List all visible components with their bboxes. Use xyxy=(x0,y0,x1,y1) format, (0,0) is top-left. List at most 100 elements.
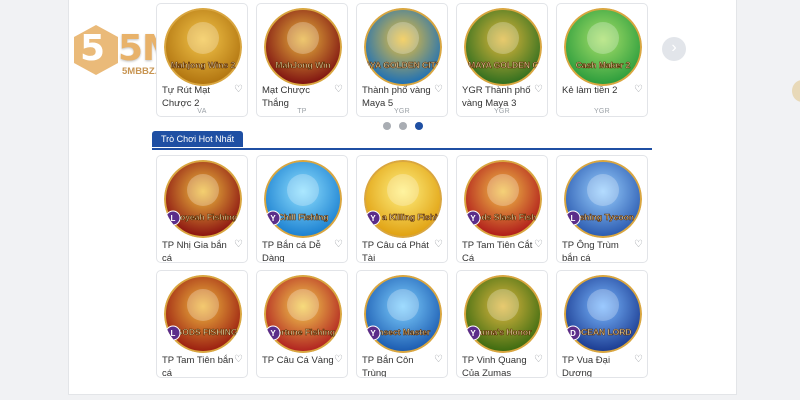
game-art: Mahjong Wins 2 xyxy=(164,8,242,86)
game-provider: YGR xyxy=(493,108,511,115)
game-art-title: Mahjong Wins 2 xyxy=(171,60,236,70)
game-provider: TP xyxy=(297,108,307,115)
game-thumbnail[interactable]: OCEAN LORD D xyxy=(564,275,642,353)
heart-outline-icon[interactable]: ♡ xyxy=(634,239,643,251)
heart-outline-icon[interactable]: ♡ xyxy=(534,84,543,96)
game-thumbnail[interactable]: Zuma's Honor Y xyxy=(464,275,542,353)
game-thumbnail[interactable]: Gods Slash Fish Y xyxy=(464,160,542,238)
heart-outline-icon[interactable]: ♡ xyxy=(534,239,543,251)
game-name: TP Bắn Côn Trùng xyxy=(362,355,414,378)
heart-outline-icon[interactable]: ♡ xyxy=(534,354,543,366)
game-art-title: Cash Maker 2 xyxy=(576,60,631,70)
game-art-title: MahJong Win xyxy=(275,60,330,70)
game-card[interactable]: Zuma's Honor Y TP Vinh Quang Của Zumas ♡ xyxy=(456,270,548,378)
carousel-next-button[interactable]: › xyxy=(662,37,686,61)
game-art: YGR MAYA GOLDEN CITY 3 xyxy=(464,8,542,86)
heart-outline-icon[interactable]: ♡ xyxy=(634,84,643,96)
provider-badge-letter: L xyxy=(171,214,176,223)
game-thumbnail[interactable]: 3 GODS FISHING L xyxy=(164,275,242,353)
game-thumbnail[interactable]: MahJong Win xyxy=(264,8,342,86)
carousel-dots xyxy=(383,122,423,130)
game-name: TP Vinh Quang Của Zumas xyxy=(462,355,527,378)
game-name: Tự Rút Mạt Chược 2 xyxy=(162,85,211,109)
game-name: TP Nhị Gia bắn cá xyxy=(162,240,227,263)
logo-digit: 5 xyxy=(80,28,106,69)
game-art: MAYA GOLDEN CITY 5 xyxy=(364,8,442,86)
game-name: TP Tam Tiên bắn cá xyxy=(162,355,234,378)
carousel-dot[interactable] xyxy=(415,122,423,130)
game-card[interactable]: YGR MAYA GOLDEN CITY 3 YGR Thành phố vàng… xyxy=(456,3,548,117)
floating-widget[interactable] xyxy=(792,80,800,102)
game-art: Chill FishingY xyxy=(264,160,342,238)
provider-badge-letter: L xyxy=(171,329,176,338)
game-card[interactable]: Chill Fishing Y TP Bắn cá Dễ Dàng ♡ xyxy=(256,155,348,263)
provider-badge-letter: Y xyxy=(470,214,476,223)
heart-outline-icon[interactable]: ♡ xyxy=(234,84,243,96)
game-card[interactable]: Make a Killing FishingYTP Câu cá Phát Tà… xyxy=(356,155,448,263)
carousel-dot[interactable] xyxy=(383,122,391,130)
game-art-title: MAYA GOLDEN CITY 5 xyxy=(364,60,442,70)
game-name: YGR Thành phố vàng Maya 3 xyxy=(462,85,531,109)
game-card[interactable]: Cash Maker 2 Kẻ làm tiền 2 ♡ YGR xyxy=(556,3,648,117)
game-art-title: YGR MAYA GOLDEN CITY 3 xyxy=(464,60,542,70)
heart-outline-icon[interactable]: ♡ xyxy=(334,354,343,366)
chevron-right-icon: › xyxy=(671,39,677,56)
carousel-dot[interactable] xyxy=(399,122,407,130)
heart-outline-icon[interactable]: ♡ xyxy=(234,239,243,251)
game-card[interactable]: Twoyeah Fishing L TP Nhị Gia bắn cá ♡ xyxy=(156,155,248,263)
game-thumbnail[interactable]: Fortune Fishing Y xyxy=(264,275,342,353)
heart-outline-icon[interactable]: ♡ xyxy=(334,239,343,251)
heart-outline-icon[interactable]: ♡ xyxy=(234,354,243,366)
game-card[interactable]: 3 GODS FISHING L TP Tam Tiên bắn cá ♡ xyxy=(156,270,248,378)
game-name: TP Tam Tiên Cắt Cá xyxy=(462,240,533,263)
game-name: TP Ông Trùm bắn cá xyxy=(562,240,619,263)
game-art-title: Fishing Tycoon xyxy=(572,212,634,222)
game-card[interactable]: Gods Slash Fish Y TP Tam Tiên Cắt Cá ♡ xyxy=(456,155,548,263)
game-art-title: Zuma's Honor xyxy=(475,327,532,337)
game-card[interactable]: Insect Master Y TP Bắn Côn Trùng ♡ xyxy=(356,270,448,378)
game-card[interactable]: Fishing Tycoon L TP Ông Trùm bắn cá ♡ xyxy=(556,155,648,263)
provider-badge-letter: L xyxy=(571,214,576,223)
heart-outline-icon[interactable]: ♡ xyxy=(334,84,343,96)
game-thumbnail[interactable]: Twoyeah Fishing L xyxy=(164,160,242,238)
game-card[interactable]: Mahjong Wins 2 Tự Rút Mạt Chược 2 ♡ VA xyxy=(156,3,248,117)
game-art-title: Insect Master xyxy=(376,327,431,337)
game-name: Mạt Chược Thắng xyxy=(262,85,310,109)
game-thumbnail[interactable]: MAYA GOLDEN CITY 5 xyxy=(364,8,442,86)
game-thumbnail[interactable]: Cash Maker 2 xyxy=(564,8,642,86)
game-name: TP Vua Đại Dương xyxy=(562,355,611,378)
game-thumbnail[interactable]: YGR MAYA GOLDEN CITY 3 xyxy=(464,8,542,86)
game-thumbnail[interactable]: Chill Fishing Y xyxy=(264,160,342,238)
game-name: Thành phố vàng Maya 5 xyxy=(362,85,431,109)
game-art-title: Fortune Fishing xyxy=(271,327,335,337)
game-thumbnail[interactable]: Fishing Tycoon L xyxy=(564,160,642,238)
game-card[interactable]: MahJong Win Mạt Chược Thắng ♡ TP xyxy=(256,3,348,117)
game-card[interactable]: OCEAN LORD D TP Vua Đại Dương ♡ xyxy=(556,270,648,378)
game-provider: YGR xyxy=(393,108,411,115)
game-thumbnail[interactable]: Mahjong Wins 2 xyxy=(164,8,242,86)
game-art: Cash Maker 2 xyxy=(564,8,642,86)
game-art: 3 GODS FISHINGL xyxy=(164,275,242,353)
provider-badge-letter: Y xyxy=(370,329,376,338)
game-art-title: OCEAN LORD xyxy=(574,327,631,337)
game-art: Gods Slash FishY xyxy=(464,160,542,238)
game-card[interactable]: MAYA GOLDEN CITY 5 Thành phố vàng Maya 5♡… xyxy=(356,3,448,117)
heart-outline-icon[interactable]: ♡ xyxy=(434,239,443,251)
game-art: Insect MasterY xyxy=(364,275,442,353)
heart-outline-icon[interactable]: ♡ xyxy=(434,84,443,96)
heart-outline-icon[interactable]: ♡ xyxy=(434,354,443,366)
game-thumbnail[interactable]: Insect Master Y xyxy=(364,275,442,353)
game-name: TP Câu cá Phát Tài xyxy=(362,240,429,263)
game-thumbnail[interactable]: Make a Killing FishingY xyxy=(364,160,442,238)
heart-outline-icon[interactable]: ♡ xyxy=(634,354,643,366)
game-art: MahJong Win xyxy=(264,8,342,86)
game-card[interactable]: Fortune Fishing Y TP Câu Cá Vàng ♡ xyxy=(256,270,348,378)
game-art: Zuma's HonorY xyxy=(464,275,542,353)
game-name: TP Câu Cá Vàng xyxy=(262,355,334,366)
game-art: Twoyeah FishingL xyxy=(164,160,242,238)
provider-badge-letter: D xyxy=(570,329,576,338)
game-art: Make a Killing FishingY xyxy=(364,160,442,238)
section-title-tab[interactable]: Trò Chơi Hot Nhất xyxy=(152,131,244,147)
provider-badge-letter: Y xyxy=(470,329,476,338)
provider-badge-letter: Y xyxy=(270,214,276,223)
